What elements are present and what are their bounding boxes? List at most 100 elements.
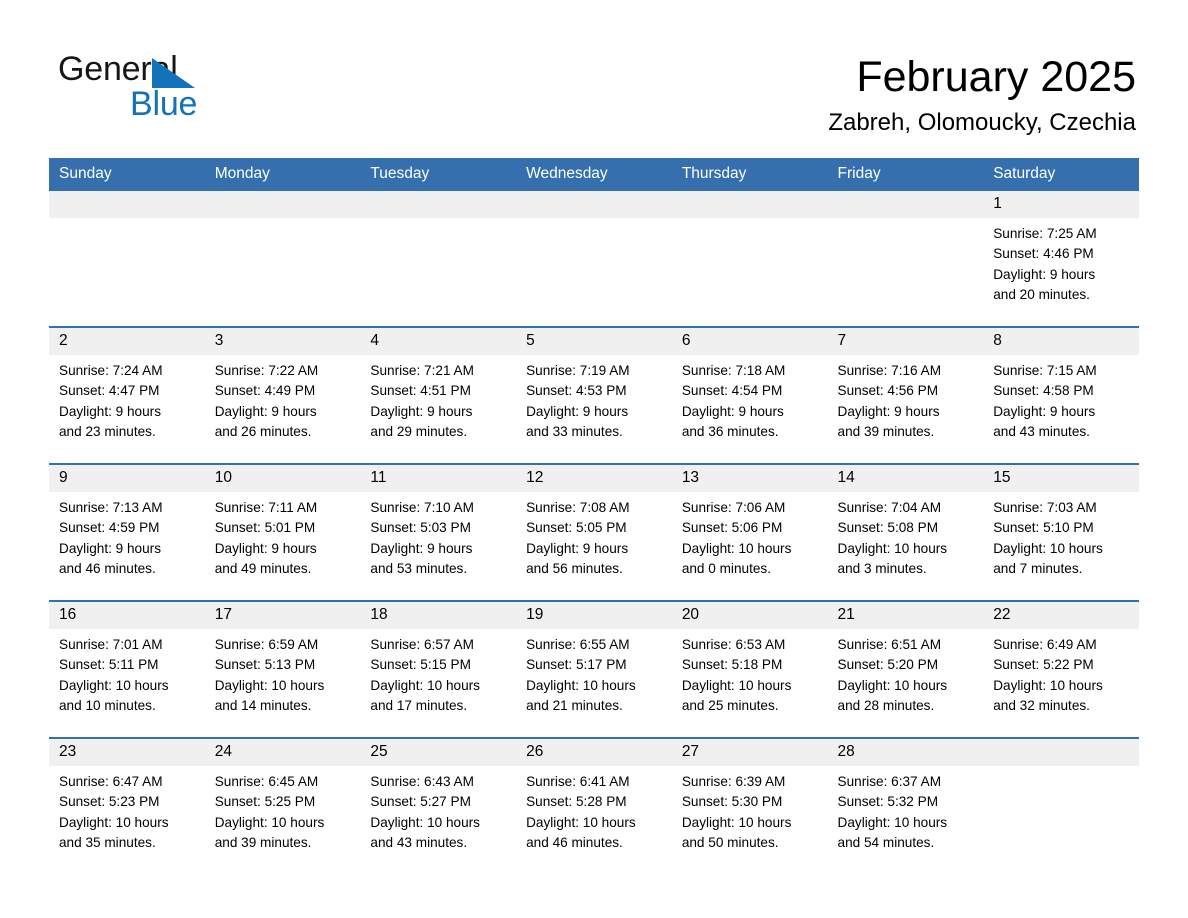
day-details: Sunrise: 7:06 AM Sunset: 5:06 PM Dayligh… [681,500,792,576]
day-number: 17 [204,602,361,629]
day-number [204,191,361,218]
day-number: 25 [360,739,517,766]
day-cell[interactable]: 16 Sunrise: 7:01 AM Sunset: 5:11 PM Dayli… [49,600,205,738]
day-number: 24 [204,739,361,766]
day-details: Sunrise: 7:15 AM Sunset: 4:58 PM Dayligh… [993,363,1097,439]
day-number: 8 [983,328,1139,355]
calendar-body: 1 Sunrise: 7:25 AM Sunset: 4:46 PM Daylig… [49,191,1139,874]
day-details: Sunrise: 7:11 AM Sunset: 5:01 PM Dayligh… [214,500,318,576]
day-details: Sunrise: 7:22 AM Sunset: 4:49 PM Dayligh… [214,363,319,439]
weekday-header-saturday: Saturday [983,158,1139,191]
calendar-page: General Blue February 2025 Zabreh, Olomo… [0,0,1188,918]
day-details: Sunrise: 7:04 AM Sunset: 5:08 PM Dayligh… [837,500,948,576]
generalblue-logo[interactable]: General Blue [58,50,358,130]
day-number: 7 [827,328,984,355]
weekday-header-friday: Friday [827,158,984,191]
day-cell[interactable]: 7 Sunrise: 7:16 AM Sunset: 4:56 PM Daylig… [827,326,984,464]
day-details: Sunrise: 6:53 AM Sunset: 5:18 PM Dayligh… [681,637,792,713]
day-details: Sunrise: 6:39 AM Sunset: 5:30 PM Dayligh… [681,774,792,850]
day-cell[interactable]: 20 Sunrise: 6:53 AM Sunset: 5:18 PM Dayli… [671,600,828,738]
day-cell[interactable]: 13 Sunrise: 7:06 AM Sunset: 5:06 PM Dayli… [671,463,828,601]
day-number: 5 [516,328,672,355]
day-number: 23 [49,739,205,766]
day-cell[interactable]: 5 Sunrise: 7:19 AM Sunset: 4:53 PM Daylig… [516,326,672,464]
day-details: Sunrise: 7:21 AM Sunset: 4:51 PM Dayligh… [370,363,474,439]
day-cell[interactable]: 6 Sunrise: 7:18 AM Sunset: 4:54 PM Daylig… [671,326,828,464]
day-number: 10 [204,465,361,492]
day-cell[interactable]: 18 Sunrise: 6:57 AM Sunset: 5:15 PM Dayli… [360,600,517,738]
day-number: 9 [49,465,205,492]
day-details: Sunrise: 6:45 AM Sunset: 5:25 PM Dayligh… [214,774,325,850]
day-cell[interactable]: 28 Sunrise: 6:37 AM Sunset: 5:32 PM Dayli… [827,737,984,874]
day-cell[interactable]: 4 Sunrise: 7:21 AM Sunset: 4:51 PM Daylig… [360,326,517,464]
day-details: Sunrise: 6:55 AM Sunset: 5:17 PM Dayligh… [526,637,636,713]
day-number: 18 [360,602,517,629]
day-details: Sunrise: 7:10 AM Sunset: 5:03 PM Dayligh… [370,500,474,576]
day-cell[interactable]: 25 Sunrise: 6:43 AM Sunset: 5:27 PM Dayli… [360,737,517,874]
day-number: 21 [827,602,984,629]
day-details: Sunrise: 6:57 AM Sunset: 5:15 PM Dayligh… [370,637,480,713]
day-number: 27 [671,739,828,766]
day-number: 4 [360,328,517,355]
logo-triangle-icon [152,58,195,88]
day-details: Sunrise: 7:08 AM Sunset: 5:05 PM Dayligh… [526,500,630,576]
page-header: General Blue February 2025 Zabreh, Olomo… [0,0,1188,158]
day-cell [827,191,984,327]
day-cell[interactable]: 9 Sunrise: 7:13 AM Sunset: 4:59 PM Daylig… [49,463,205,601]
day-cell[interactable]: 1 Sunrise: 7:25 AM Sunset: 4:46 PM Daylig… [983,191,1139,327]
day-cell[interactable]: 27 Sunrise: 6:39 AM Sunset: 5:30 PM Dayli… [671,737,828,874]
day-cell[interactable]: 11 Sunrise: 7:10 AM Sunset: 5:03 PM Dayli… [360,463,517,601]
day-cell[interactable]: 15 Sunrise: 7:03 AM Sunset: 5:10 PM Dayli… [983,463,1139,601]
day-number: 11 [360,465,517,492]
day-number: 20 [671,602,828,629]
day-number [49,191,205,218]
day-cell[interactable]: 19 Sunrise: 6:55 AM Sunset: 5:17 PM Dayli… [516,600,672,738]
page-title: February 2025 [856,53,1136,101]
day-details: Sunrise: 7:16 AM Sunset: 4:56 PM Dayligh… [837,363,942,439]
day-cell[interactable]: 2 Sunrise: 7:24 AM Sunset: 4:47 PM Daylig… [49,326,205,464]
weekday-header-tuesday: Tuesday [360,158,517,191]
day-cell [516,191,672,327]
day-cell [671,191,828,327]
day-number [516,191,672,218]
day-cell[interactable]: 24 Sunrise: 6:45 AM Sunset: 5:25 PM Dayli… [204,737,361,874]
day-details: Sunrise: 6:59 AM Sunset: 5:13 PM Dayligh… [214,637,325,713]
logo-text-blue: Blue [130,85,198,123]
calendar-week-row: 2 Sunrise: 7:24 AM Sunset: 4:47 PM Daylig… [49,326,1139,464]
location-subtitle: Zabreh, Olomoucky, Czechia [828,109,1136,136]
day-number: 19 [516,602,672,629]
day-number: 14 [827,465,984,492]
weekday-header-monday: Monday [204,158,361,191]
day-details: Sunrise: 7:01 AM Sunset: 5:11 PM Dayligh… [59,637,169,713]
day-cell[interactable]: 14 Sunrise: 7:04 AM Sunset: 5:08 PM Dayli… [827,463,984,601]
day-cell[interactable]: 10 Sunrise: 7:11 AM Sunset: 5:01 PM Dayli… [204,463,361,601]
weekday-header-sunday: Sunday [49,158,205,191]
day-number: 13 [671,465,828,492]
day-cell[interactable]: 8 Sunrise: 7:15 AM Sunset: 4:58 PM Daylig… [983,326,1139,464]
day-number: 22 [983,602,1139,629]
day-details: Sunrise: 6:49 AM Sunset: 5:22 PM Dayligh… [993,637,1103,713]
day-cell [983,737,1139,874]
day-cell [204,191,361,327]
day-details: Sunrise: 7:25 AM Sunset: 4:46 PM Dayligh… [993,226,1097,302]
day-cell[interactable]: 12 Sunrise: 7:08 AM Sunset: 5:05 PM Dayli… [516,463,672,601]
day-details: Sunrise: 7:13 AM Sunset: 4:59 PM Dayligh… [59,500,163,576]
calendar-week-row: 23 Sunrise: 6:47 AM Sunset: 5:23 PM Dayli… [49,737,1139,874]
day-cell[interactable]: 21 Sunrise: 6:51 AM Sunset: 5:20 PM Dayli… [827,600,984,738]
day-details: Sunrise: 7:19 AM Sunset: 4:53 PM Dayligh… [526,363,630,439]
day-cell[interactable]: 17 Sunrise: 6:59 AM Sunset: 5:13 PM Dayli… [204,600,361,738]
day-cell[interactable]: 3 Sunrise: 7:22 AM Sunset: 4:49 PM Daylig… [204,326,361,464]
day-cell[interactable]: 26 Sunrise: 6:41 AM Sunset: 5:28 PM Dayli… [516,737,672,874]
day-number: 16 [49,602,205,629]
day-cell[interactable]: 22 Sunrise: 6:49 AM Sunset: 5:22 PM Dayli… [983,600,1139,738]
day-number: 12 [516,465,672,492]
day-details: Sunrise: 6:47 AM Sunset: 5:23 PM Dayligh… [59,774,169,850]
title-block: February 2025 Zabreh, Olomoucky, Czechia [828,52,1136,138]
day-cell[interactable]: 23 Sunrise: 6:47 AM Sunset: 5:23 PM Dayli… [49,737,205,874]
calendar-header-row: Sunday Monday Tuesday Wednesday Thursday… [49,158,1139,191]
day-number: 6 [671,328,828,355]
day-number [671,191,828,218]
day-details: Sunrise: 7:18 AM Sunset: 4:54 PM Dayligh… [681,363,786,439]
calendar-week-row: 1 Sunrise: 7:25 AM Sunset: 4:46 PM Daylig… [49,191,1139,327]
day-details: Sunrise: 6:41 AM Sunset: 5:28 PM Dayligh… [526,774,636,850]
